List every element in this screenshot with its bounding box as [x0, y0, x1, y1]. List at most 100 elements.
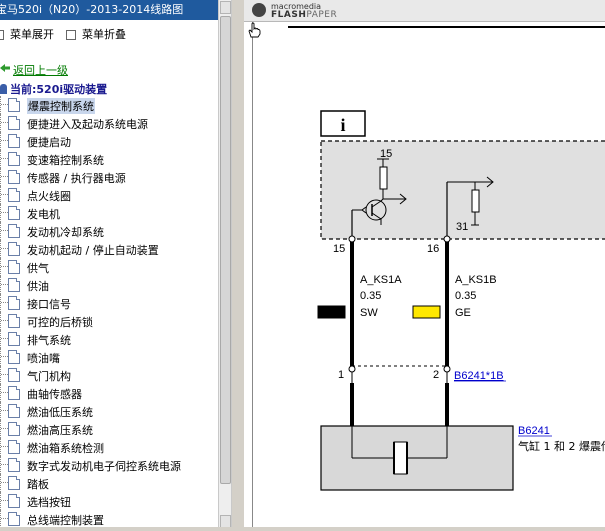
component-link[interactable]: B6241: [518, 425, 550, 437]
tree-item[interactable]: 发电机: [0, 204, 218, 222]
svg-text:B6241*1B: B6241*1B: [454, 370, 504, 382]
tree-item-label: 气门机构: [27, 370, 71, 383]
tree-scrollbar[interactable]: [218, 0, 232, 531]
tree-item-label: 变速箱控制系统: [27, 154, 104, 167]
tree-item[interactable]: 供气: [0, 258, 218, 276]
terminal-31-label: 31: [456, 221, 468, 233]
document-icon: [8, 440, 20, 454]
tree-item[interactable]: 喷油嘴: [0, 348, 218, 366]
tree-item[interactable]: 曲轴传感器: [0, 384, 218, 402]
piezo-element-icon: [393, 441, 408, 475]
document-icon: [8, 134, 20, 148]
document-icon: [8, 296, 20, 310]
tree-item-label: 燃油低压系统: [27, 406, 93, 419]
bottom-frame-edge: [0, 527, 605, 531]
folder-icon: [0, 84, 7, 94]
tree-item-label: 接口信号: [27, 298, 71, 311]
tree-item[interactable]: 数字式发动机电子伺控系统电源: [0, 456, 218, 474]
tree-item[interactable]: 总线端控制装置: [0, 510, 218, 528]
tree-item[interactable]: 爆震控制系统: [0, 96, 218, 114]
tree-item[interactable]: 排气系统: [0, 330, 218, 348]
back-link-row[interactable]: 返回上一级: [0, 62, 218, 78]
tree-item-label: 燃油高压系统: [27, 424, 93, 437]
tree-item[interactable]: 气门机构: [0, 366, 218, 384]
connector-link[interactable]: B6241*1B: [454, 370, 504, 382]
document-icon: [8, 422, 20, 436]
tree-item-label: 便捷进入及起动系统电源: [27, 118, 148, 131]
tree-item[interactable]: 供油: [0, 276, 218, 294]
tree-item-label: 选档按钮: [27, 496, 71, 509]
tree-item[interactable]: 燃油低压系统: [0, 402, 218, 420]
document-icon: [8, 458, 20, 472]
document-icon: [8, 224, 20, 238]
tree-item[interactable]: 便捷进入及起动系统电源: [0, 114, 218, 132]
tree-item[interactable]: 发动机起动 / 停止自动装置: [0, 240, 218, 258]
left-wire-color-swatch: [317, 305, 346, 319]
document-icon: [8, 152, 20, 166]
tree-item[interactable]: 选档按钮: [0, 492, 218, 510]
tree-item-label: 燃油箱系统检测: [27, 442, 104, 455]
tree-item-label: 传感器 / 执行器电源: [27, 172, 126, 185]
expand-menu-button[interactable]: 菜单展开: [0, 26, 54, 42]
wiring-diagram: i 15 31 15 16 A_KS1A 0.35 SW A_KS1B 0.35…: [288, 26, 605, 491]
hand-cursor-icon: [248, 22, 261, 38]
document-icon: [8, 512, 20, 526]
tree-item[interactable]: 传感器 / 执行器电源: [0, 168, 218, 186]
right-wire-color: GE: [455, 307, 471, 319]
tree-item[interactable]: 接口信号: [0, 294, 218, 312]
current-folder: 当前:520i驱动装置: [0, 81, 107, 96]
frame-divider[interactable]: [232, 0, 244, 531]
brand-main: FLASHPAPER: [271, 10, 338, 20]
collapse-icon: [66, 30, 76, 40]
tree-item[interactable]: 点火线圈: [0, 186, 218, 204]
expand-icon: [0, 30, 4, 40]
right-pin-label: 16: [427, 243, 439, 255]
tree-item[interactable]: 可控的后桥锁: [0, 312, 218, 330]
tree-item[interactable]: 燃油箱系统检测: [0, 438, 218, 456]
collapse-menu-button[interactable]: 菜单折叠: [66, 26, 126, 42]
document-icon: [8, 332, 20, 346]
right-wire-size: 0.35: [455, 290, 476, 302]
document-icon: [8, 314, 20, 328]
tree-item-label: 发动机起动 / 停止自动装置: [27, 244, 159, 257]
right-wire-name: A_KS1B: [455, 274, 497, 286]
menu-toolbar: 菜单展开 菜单折叠: [0, 26, 218, 42]
tree-item-label: 发动机冷却系统: [27, 226, 104, 239]
info-icon: i: [340, 115, 345, 135]
component-description: 气缸 1 和 2 爆震传: [518, 439, 605, 453]
tree-item[interactable]: 变速箱控制系统: [0, 150, 218, 168]
left-wire-size: 0.35: [360, 290, 381, 302]
tree-item-label: 排气系统: [27, 334, 71, 347]
document-icon: [8, 170, 20, 184]
connector-pin-2: 2: [433, 369, 439, 381]
document-icon: [8, 260, 20, 274]
resistor-lower: [471, 189, 480, 213]
tree-item[interactable]: 发动机冷却系统: [0, 222, 218, 240]
scroll-up-button[interactable]: [220, 1, 231, 14]
tree-item-label: 供气: [27, 262, 49, 275]
document-icon: [8, 116, 20, 130]
left-pin-label: 15: [333, 243, 345, 255]
flashpaper-logo-icon: [252, 3, 266, 17]
back-link[interactable]: 返回上一级: [13, 62, 68, 78]
document-icon: [8, 494, 20, 508]
tree-item[interactable]: 踏板: [0, 474, 218, 492]
tree-item[interactable]: 便捷启动: [0, 132, 218, 150]
tree-item-label: 曲轴传感器: [27, 388, 82, 401]
tree-item-label: 爆震控制系统: [27, 98, 95, 114]
document-icon: [8, 98, 20, 112]
terminal-15-label: 15: [380, 148, 392, 160]
document-view[interactable]: i 15 31 15 16 A_KS1A 0.35 SW A_KS1B 0.35…: [252, 22, 605, 531]
document-icon: [8, 368, 20, 382]
left-wire-color: SW: [360, 307, 378, 319]
navigation-panel: 宝马520i（N20）-2013-2014线路图 菜单展开 菜单折叠 返回上一级…: [0, 0, 218, 531]
document-icon: [8, 386, 20, 400]
document-icon: [8, 242, 20, 256]
tree-item-label: 便捷启动: [27, 136, 71, 149]
tree-item[interactable]: 燃油高压系统: [0, 420, 218, 438]
right-wire-color-swatch: [412, 305, 441, 319]
document-icon: [8, 188, 20, 202]
tree-item-label: 踏板: [27, 478, 49, 491]
scroll-thumb[interactable]: [220, 16, 231, 484]
tree-item-label: 供油: [27, 280, 49, 293]
